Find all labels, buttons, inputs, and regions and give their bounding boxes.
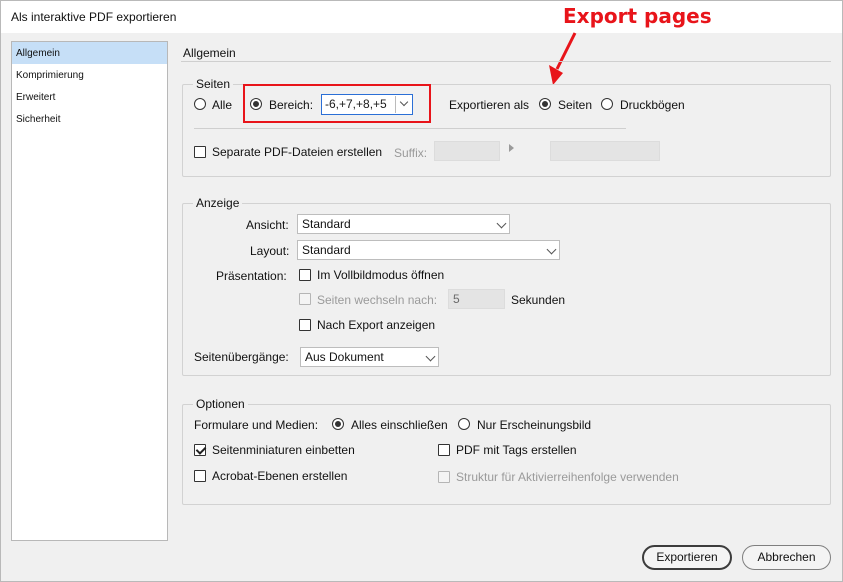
view-after-export-label: Nach Export anzeigen bbox=[317, 318, 436, 332]
play-arrow-icon bbox=[509, 144, 514, 152]
tagged-pdf-checkbox[interactable] bbox=[438, 444, 450, 456]
forms-media-label: Formulare und Medien: bbox=[194, 418, 319, 432]
radio-spreads-label: Druckbögen bbox=[620, 98, 685, 112]
annotation-arrow-icon bbox=[549, 32, 577, 85]
sidebar-item-komprimierung[interactable]: Komprimierung bbox=[12, 64, 167, 86]
flip-seconds-input: 5 bbox=[448, 289, 505, 309]
sidebar-item-erweitert[interactable]: Erweitert bbox=[12, 86, 167, 108]
suffix-input[interactable] bbox=[434, 141, 500, 161]
seiten-divider bbox=[194, 128, 626, 129]
radio-spreads[interactable] bbox=[601, 98, 613, 110]
heading-divider bbox=[181, 61, 831, 62]
sidebar-item-sicherheit[interactable]: Sicherheit bbox=[12, 108, 167, 130]
tab-order-checkbox bbox=[438, 471, 450, 483]
export-as-label: Exportieren als bbox=[449, 98, 530, 112]
embed-thumbnails-label: Seitenminiaturen einbetten bbox=[212, 443, 355, 457]
anzeige-group-title: Anzeige bbox=[193, 196, 243, 210]
layout-select-value: Standard bbox=[302, 243, 351, 257]
fullscreen-label: Im Vollbildmodus öffnen bbox=[317, 268, 445, 282]
highlight-frame bbox=[243, 84, 431, 123]
flip-pages-checkbox bbox=[299, 293, 311, 305]
sidebar-item-allgemein[interactable]: Allgemein bbox=[12, 42, 167, 64]
suffix-preview-field bbox=[550, 141, 660, 161]
chevron-down-icon bbox=[425, 351, 436, 362]
chevron-down-icon bbox=[546, 244, 557, 255]
embed-thumbnails-checkbox[interactable] bbox=[194, 444, 206, 456]
radio-pages[interactable] bbox=[539, 98, 551, 110]
transitions-select-value: Aus Dokument bbox=[305, 350, 384, 364]
appearance-only-label: Nur Erscheinungsbild bbox=[477, 418, 592, 432]
separate-pdf-label: Separate PDF-Dateien erstellen bbox=[212, 145, 383, 159]
chevron-down-icon bbox=[496, 218, 507, 229]
view-after-export-checkbox[interactable] bbox=[299, 319, 311, 331]
layout-label: Layout: bbox=[250, 244, 290, 258]
separate-pdf-checkbox[interactable] bbox=[194, 146, 206, 158]
transitions-select[interactable]: Aus Dokument bbox=[300, 347, 439, 367]
acrobat-layers-checkbox[interactable] bbox=[194, 470, 206, 482]
radio-all-label: Alle bbox=[212, 98, 233, 112]
seconds-label: Sekunden bbox=[511, 293, 566, 307]
suffix-label: Suffix: bbox=[394, 146, 428, 160]
optionen-group-title: Optionen bbox=[193, 397, 248, 411]
page-title: Allgemein bbox=[183, 46, 236, 60]
export-dialog: Als interaktive PDF exportieren Export p… bbox=[0, 0, 843, 582]
radio-include-all[interactable] bbox=[332, 418, 344, 430]
seiten-group-title: Seiten bbox=[193, 77, 234, 91]
include-all-label: Alles einschließen bbox=[351, 418, 448, 432]
flip-pages-label: Seiten wechseln nach: bbox=[317, 293, 438, 307]
radio-pages-label: Seiten bbox=[558, 98, 593, 112]
tagged-pdf-label: PDF mit Tags erstellen bbox=[456, 443, 577, 457]
title-bar: Als interaktive PDF exportieren bbox=[1, 1, 842, 33]
category-list: Allgemein Komprimierung Erweitert Sicher… bbox=[11, 41, 168, 541]
presentation-label: Präsentation: bbox=[216, 269, 287, 283]
acrobat-layers-label: Acrobat-Ebenen erstellen bbox=[212, 469, 348, 483]
view-select[interactable]: Standard bbox=[297, 214, 510, 234]
fullscreen-checkbox[interactable] bbox=[299, 269, 311, 281]
cancel-button[interactable]: Abbrechen bbox=[742, 545, 831, 570]
annotation-label: Export pages bbox=[563, 4, 712, 28]
transitions-label: Seitenübergänge: bbox=[194, 350, 289, 364]
view-label: Ansicht: bbox=[246, 218, 289, 232]
window-title: Als interaktive PDF exportieren bbox=[11, 10, 177, 24]
export-button[interactable]: Exportieren bbox=[642, 545, 732, 570]
flip-seconds-value: 5 bbox=[453, 292, 460, 306]
radio-all[interactable] bbox=[194, 98, 206, 110]
radio-appearance-only[interactable] bbox=[458, 418, 470, 430]
tab-order-label: Struktur für Aktivierreihenfolge verwend… bbox=[456, 470, 679, 484]
layout-select[interactable]: Standard bbox=[297, 240, 560, 260]
view-select-value: Standard bbox=[302, 217, 351, 231]
